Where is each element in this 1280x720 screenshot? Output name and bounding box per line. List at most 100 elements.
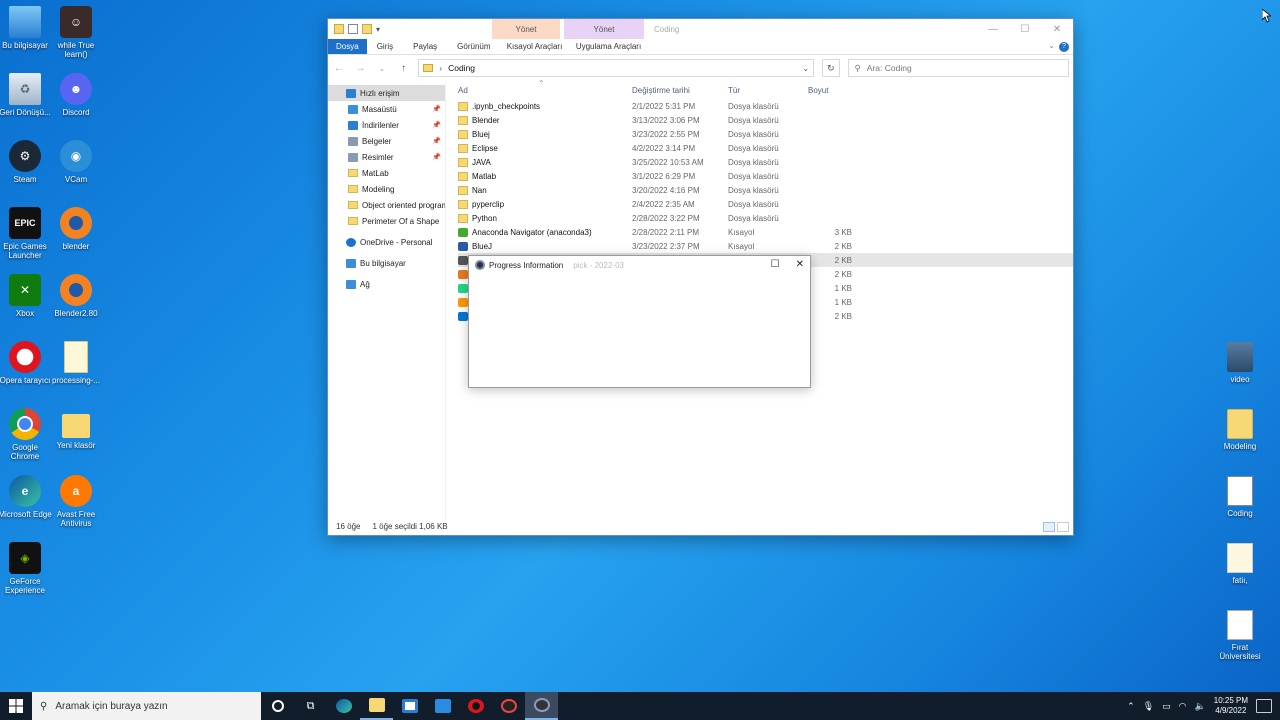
desktop-icon[interactable]: processing-...	[48, 341, 104, 385]
nav-item[interactable]: Masaüstü 📌	[328, 101, 445, 117]
file-row[interactable]: Eclipse 4/2/2022 3:14 PM Dosya klasörü	[458, 141, 1073, 155]
notification-icon[interactable]	[1256, 699, 1272, 713]
file-row[interactable]: Bluej 3/23/2022 2:55 PM Dosya klasörü	[458, 127, 1073, 141]
file-row[interactable]: Matlab 3/1/2022 6:29 PM Dosya klasörü	[458, 169, 1073, 183]
nav-item[interactable]: Resimler 📌	[328, 149, 445, 165]
maximize-button[interactable]: ☐	[1009, 19, 1041, 39]
close-button[interactable]: ✕	[1041, 19, 1073, 39]
column-date[interactable]: Değiştirme tarihi	[632, 86, 690, 95]
desktop-icon[interactable]: Blender2.80	[48, 274, 104, 318]
desktop-icon[interactable]: ◉ VCam	[48, 140, 104, 184]
close-button[interactable]: ✕	[796, 259, 804, 270]
nav-item[interactable]: Belgeler 📌	[328, 133, 445, 149]
maximize-button[interactable]: ☐	[771, 259, 780, 270]
tab-app-tools[interactable]: Uygulama Araçları	[569, 39, 649, 54]
column-type[interactable]: Tür	[728, 86, 740, 95]
nav-item[interactable]: OneDrive - Personal	[328, 234, 445, 250]
details-view-icon[interactable]	[1043, 522, 1055, 532]
file-row[interactable]: Nan 3/20/2022 4:16 PM Dosya klasörü	[458, 183, 1073, 197]
nav-item[interactable]: Object oriented program	[328, 197, 445, 213]
clock[interactable]: 10:25 PM 4/9/2022	[1214, 696, 1248, 716]
desktop-icon[interactable]: a Avast Free Antivirus	[48, 475, 104, 528]
desktop-icon[interactable]: Modeling	[1212, 409, 1268, 451]
nav-item[interactable]: Hızlı erişim	[328, 85, 445, 101]
pin-icon[interactable]: 📌	[432, 105, 441, 113]
taskbar-edge[interactable]	[327, 692, 360, 720]
desktop-icon[interactable]: ♻ Geri Dönüşü...	[0, 73, 53, 117]
new-folder-icon[interactable]	[362, 24, 372, 34]
address-bar[interactable]: › Coding ⌄	[418, 59, 815, 77]
nav-item[interactable]: Bu bilgisayar	[328, 255, 445, 271]
recent-locations-icon[interactable]: ⌄	[375, 64, 389, 73]
file-row[interactable]: Python 2/28/2022 3:22 PM Dosya klasörü	[458, 211, 1073, 225]
pin-icon[interactable]: 📌	[432, 121, 441, 129]
desktop-icon[interactable]: ☺ while True learn()	[48, 6, 104, 59]
file-row[interactable]: Anaconda Navigator (anaconda3) 2/28/2022 …	[458, 225, 1073, 239]
file-row[interactable]: pyperclip 2/4/2022 2:35 AM Dosya klasörü	[458, 197, 1073, 211]
desktop-icon[interactable]: video	[1212, 342, 1268, 384]
desktop-icon[interactable]: e Microsoft Edge	[0, 475, 53, 519]
file-row[interactable]: .ipynb_checkpoints 2/1/2022 5:31 PM Dosya …	[458, 99, 1073, 113]
up-button[interactable]: ↑	[397, 63, 411, 74]
show-hidden-icons-icon[interactable]: ⌃	[1127, 701, 1135, 712]
taskbar-file-explorer[interactable]	[360, 692, 393, 720]
tab-view[interactable]: Görünüm	[447, 39, 500, 54]
desktop-icon[interactable]: blender	[48, 207, 104, 251]
desktop-icon[interactable]: Opera tarayıcı	[0, 341, 53, 385]
nav-item[interactable]: Perimeter Of a Shape	[328, 213, 445, 229]
taskbar-app[interactable]	[492, 692, 525, 720]
address-dropdown-icon[interactable]: ⌄	[802, 64, 809, 73]
file-row[interactable]: BlueJ 3/23/2022 2:37 PM Kısayol 2 KB	[458, 239, 1073, 253]
nav-item[interactable]: Modeling	[328, 181, 445, 197]
title-bar[interactable]: ▾ Yönet Yönet Coding — ☐ ✕	[328, 19, 1073, 39]
customize-toolbar-icon[interactable]: ▾	[376, 25, 380, 34]
taskbar-progress-app[interactable]	[525, 692, 558, 720]
nav-item[interactable]: MatLab	[328, 165, 445, 181]
start-button[interactable]	[0, 692, 32, 720]
refresh-button[interactable]: ↻	[822, 59, 840, 77]
search-input[interactable]: ⚲ Ara: Coding	[847, 59, 1069, 77]
desktop-icon[interactable]: Bu bilgisayar	[0, 6, 53, 50]
tab-shortcut-tools[interactable]: Kısayol Araçları	[501, 39, 569, 54]
desktop-icon[interactable]: ◈ GeForce Experience	[0, 542, 53, 595]
desktop-icon[interactable]: Fırat Üniversitesi	[1212, 610, 1268, 661]
desktop-icon[interactable]: Yeni klasör	[48, 408, 104, 450]
pin-icon[interactable]: 📌	[432, 153, 441, 161]
taskbar-mail[interactable]	[426, 692, 459, 720]
cortana-button[interactable]	[261, 692, 294, 720]
nav-item[interactable]: İndirilenler 📌	[328, 117, 445, 133]
back-button[interactable]: ←	[332, 63, 346, 74]
wifi-icon[interactable]: ◠	[1179, 701, 1187, 712]
forward-button[interactable]: →	[354, 63, 368, 74]
column-size[interactable]: Boyut	[808, 86, 828, 95]
large-icons-view-icon[interactable]	[1057, 522, 1069, 532]
breadcrumb[interactable]: Coding	[448, 63, 475, 73]
nav-item[interactable]: Ağ	[328, 276, 445, 292]
taskbar-opera[interactable]	[459, 692, 492, 720]
battery-icon[interactable]: ▭	[1162, 701, 1171, 712]
tab-home[interactable]: Giriş	[367, 39, 403, 54]
dialog-title-bar[interactable]: Progress Information pick - 2022-03 ☐ ✕	[469, 256, 810, 274]
pin-icon[interactable]: 📌	[432, 137, 441, 145]
desktop-icon[interactable]: ✕ Xbox	[0, 274, 53, 318]
properties-icon[interactable]	[348, 24, 358, 34]
microphone-icon[interactable]: 🎙	[1143, 701, 1154, 712]
file-row[interactable]: Blender 3/13/2022 3:06 PM Dosya klasörü	[458, 113, 1073, 127]
desktop-icon[interactable]: fatiı,	[1212, 543, 1268, 585]
help-icon[interactable]: ?	[1059, 42, 1069, 52]
taskbar-search[interactable]: ⚲ Aramak için buraya yazın	[32, 692, 261, 720]
file-row[interactable]: JAVA 3/25/2022 10:53 AM Dosya klasörü	[458, 155, 1073, 169]
taskbar-store[interactable]	[393, 692, 426, 720]
desktop-icon[interactable]: Google Chrome	[0, 408, 53, 461]
desktop-icon[interactable]: ⚙ Steam	[0, 140, 53, 184]
tab-file[interactable]: Dosya	[328, 39, 367, 54]
tab-share[interactable]: Paylaş	[403, 39, 447, 54]
volume-icon[interactable]: 🔈	[1195, 701, 1206, 712]
expand-ribbon-icon[interactable]: ⌄	[1048, 41, 1055, 50]
progress-dialog[interactable]: Progress Information pick - 2022-03 ☐ ✕	[468, 255, 811, 388]
desktop-icon[interactable]: Coding	[1212, 476, 1268, 518]
minimize-button[interactable]: —	[977, 19, 1009, 39]
column-name[interactable]: Ad	[458, 86, 468, 95]
task-view-button[interactable]: ⧉	[294, 692, 327, 720]
desktop-icon[interactable]: EPIC Epic Games Launcher	[0, 207, 53, 260]
